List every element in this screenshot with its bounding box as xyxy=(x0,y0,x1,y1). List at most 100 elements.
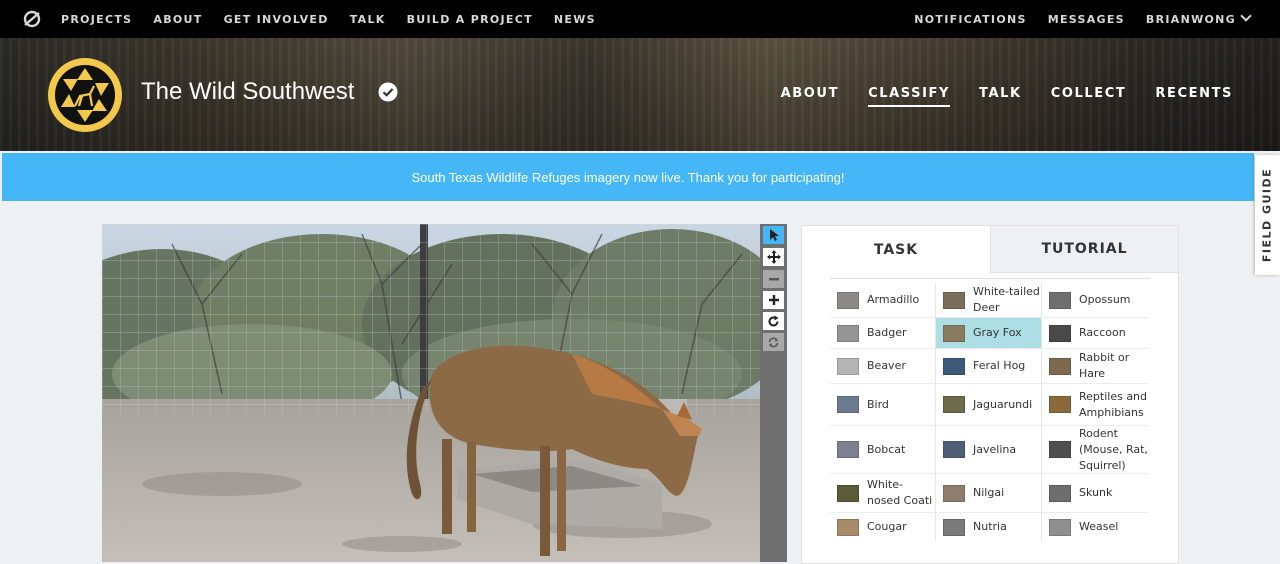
pan-tool-button[interactable] xyxy=(763,248,784,266)
choice-thumbnail xyxy=(837,518,859,536)
project-nav: ABOUT CLASSIFY TALK COLLECT RECENTS xyxy=(752,86,1233,107)
minus-icon xyxy=(768,278,779,281)
choice-label: Rodent (Mouse, Rat, Squirrel) xyxy=(1079,426,1148,472)
choice-thumbnail xyxy=(943,324,965,342)
choice-jaguarundi[interactable]: Jaguarundi xyxy=(936,384,1041,425)
chevron-down-icon xyxy=(1240,9,1252,22)
choice-label: Weasel xyxy=(1079,520,1119,533)
username: BRIANWONG xyxy=(1145,12,1236,26)
messages-link[interactable]: MESSAGES xyxy=(1048,13,1125,26)
user-menu[interactable]: BRIANWONG xyxy=(1145,9,1252,26)
choice-label: Bird xyxy=(867,397,889,411)
row-divider xyxy=(830,383,1148,384)
choice-label: Gray Fox xyxy=(973,326,1022,339)
tab-task[interactable]: TASK xyxy=(802,226,990,273)
task-tabs: TASK TUTORIAL xyxy=(802,226,1178,273)
site-nav-about[interactable]: ABOUT xyxy=(153,13,202,26)
choice-label: Skunk xyxy=(1079,486,1113,499)
choice-badger[interactable]: Badger xyxy=(830,318,935,348)
verified-badge-icon xyxy=(378,82,398,102)
row-divider xyxy=(830,317,1148,318)
choice-bird[interactable]: Bird xyxy=(830,384,935,425)
choice-thumbnail xyxy=(837,357,859,375)
choice-bobcat[interactable]: Bobcat xyxy=(830,426,935,473)
tab-tutorial[interactable]: TUTORIAL xyxy=(990,226,1178,273)
project-nav-classify[interactable]: CLASSIFY xyxy=(868,86,951,107)
account-nav: NOTIFICATIONS MESSAGES BRIANWONG xyxy=(893,0,1252,38)
rotate-button[interactable] xyxy=(763,312,784,330)
choice-label: Bobcat xyxy=(867,442,906,456)
choice-thumbnail xyxy=(1049,484,1071,502)
choice-weasel[interactable]: Weasel xyxy=(1042,513,1148,541)
choice-label: Nutria xyxy=(973,520,1007,533)
site-nav-talk[interactable]: TALK xyxy=(350,13,386,26)
project-title[interactable]: The Wild Southwest xyxy=(141,78,354,106)
choice-label: Badger xyxy=(867,326,907,339)
choice-thumbnail xyxy=(837,291,859,309)
zoom-out-button[interactable] xyxy=(763,270,784,288)
choice-thumbnail xyxy=(943,357,965,375)
choice-label: Beaver xyxy=(867,359,906,372)
choice-reptiles-and-amphibians[interactable]: Reptiles and Amphibians xyxy=(1042,384,1148,425)
image-toolbar xyxy=(760,224,787,562)
choice-thumbnail xyxy=(1049,357,1071,375)
notifications-link[interactable]: NOTIFICATIONS xyxy=(914,13,1026,26)
zoom-in-button[interactable] xyxy=(763,291,784,309)
choice-label: White-tailed Deer xyxy=(973,285,1040,314)
field-guide-tab[interactable]: FIELD GUIDE xyxy=(1255,155,1280,275)
move-icon xyxy=(766,250,781,264)
subject-image[interactable] xyxy=(102,224,760,562)
choice-raccoon[interactable]: Raccoon xyxy=(1042,318,1148,348)
choice-armadillo[interactable]: Armadillo xyxy=(830,283,935,317)
site-nav-build-a-project[interactable]: BUILD A PROJECT xyxy=(407,13,533,26)
project-logo-icon[interactable] xyxy=(46,56,124,134)
site-nav-news[interactable]: NEWS xyxy=(554,13,596,26)
choice-label: White-nosed Coati xyxy=(867,478,933,507)
site-nav-projects[interactable]: PROJECTS xyxy=(61,13,132,26)
choice-nilgai[interactable]: Nilgai xyxy=(936,474,1041,512)
choice-label: Reptiles and Amphibians xyxy=(1079,389,1148,419)
reset-button[interactable] xyxy=(763,333,784,351)
rotate-icon xyxy=(768,315,779,326)
choice-javelina[interactable]: Javelina xyxy=(936,426,1041,473)
project-header: The Wild Southwest ABOUT CLASSIFY TALK C… xyxy=(0,38,1280,151)
choice-label: Javelina xyxy=(973,442,1017,456)
choice-feral-hog[interactable]: Feral Hog xyxy=(936,349,1041,383)
choice-opossum[interactable]: Opossum xyxy=(1042,283,1148,317)
choice-label: Rabbit or Hare xyxy=(1079,351,1130,380)
choice-thumbnail xyxy=(943,484,965,502)
choice-nutria[interactable]: Nutria xyxy=(936,513,1041,541)
project-nav-about[interactable]: ABOUT xyxy=(781,86,839,107)
choice-white-nosed-coati[interactable]: White-nosed Coati xyxy=(830,474,935,512)
project-nav-recents[interactable]: RECENTS xyxy=(1155,86,1233,107)
choice-thumbnail xyxy=(943,291,965,309)
choice-rabbit-or-hare[interactable]: Rabbit or Hare xyxy=(1042,349,1148,383)
zooniverse-logo-icon[interactable] xyxy=(22,9,42,29)
choice-thumbnail xyxy=(1049,324,1071,342)
reset-icon xyxy=(768,337,779,347)
row-divider xyxy=(830,512,1148,513)
choice-thumbnail xyxy=(837,484,859,502)
divider xyxy=(830,278,1150,279)
choice-beaver[interactable]: Beaver xyxy=(830,349,935,383)
task-panel: TASK TUTORIAL Armadillo White-tailed Deer… xyxy=(801,225,1179,564)
annotate-tool-button[interactable] xyxy=(763,226,784,244)
choice-label: Jaguarundi xyxy=(973,397,1033,411)
choice-thumbnail xyxy=(1049,518,1071,536)
project-nav-collect[interactable]: COLLECT xyxy=(1051,86,1127,107)
choice-label: Cougar xyxy=(867,520,907,533)
choice-thumbnail xyxy=(943,396,965,413)
choice-gray-fox[interactable]: Gray Fox xyxy=(936,318,1041,348)
choice-skunk[interactable]: Skunk xyxy=(1042,474,1148,512)
choice-cougar[interactable]: Cougar xyxy=(830,513,935,541)
choice-thumbnail xyxy=(837,324,859,342)
choice-rodent-mouse-rat-squirrel[interactable]: Rodent (Mouse, Rat, Squirrel) xyxy=(1042,426,1148,473)
choice-white-tailed-deer[interactable]: White-tailed Deer xyxy=(936,283,1041,317)
camera-trap-photo xyxy=(102,224,760,562)
site-nav-get-involved[interactable]: GET INVOLVED xyxy=(224,13,329,26)
project-nav-talk[interactable]: TALK xyxy=(979,86,1022,107)
choice-thumbnail xyxy=(837,396,859,413)
column-divider xyxy=(1041,283,1042,541)
column-divider xyxy=(935,283,936,541)
row-divider xyxy=(830,425,1148,426)
